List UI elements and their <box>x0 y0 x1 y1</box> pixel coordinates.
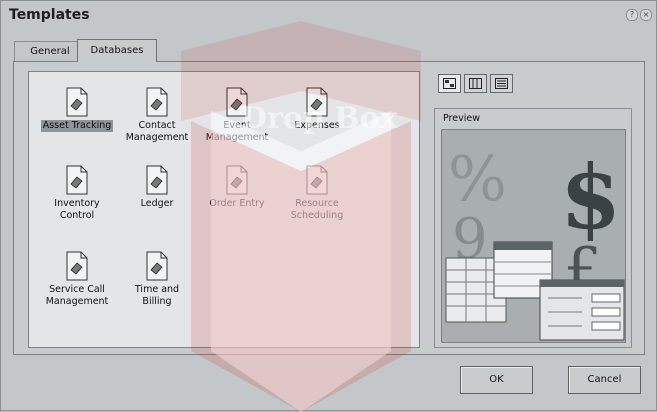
window-title: Templates <box>9 7 90 23</box>
template-list[interactable]: Asset Tracking Contact Management Event … <box>28 71 420 348</box>
templates-dialog: Templates ? × General Databases Asset Tr… <box>0 0 657 412</box>
details-view-button[interactable] <box>490 74 513 93</box>
template-item-order-entry[interactable]: Order Entry <box>197 164 277 210</box>
template-label: Ledger <box>140 198 174 209</box>
template-label: Event Management <box>205 120 269 143</box>
database-template-icon <box>66 251 88 281</box>
database-template-icon <box>306 165 328 195</box>
preview-label: Preview <box>443 113 480 124</box>
list-view-button[interactable] <box>464 74 487 93</box>
list-view-icon <box>469 78 482 89</box>
svg-text:%: % <box>448 142 507 215</box>
cancel-button[interactable]: Cancel <box>568 366 641 394</box>
help-button[interactable]: ? <box>626 9 638 21</box>
database-template-icon <box>146 87 168 117</box>
template-preview-graphic: % 9 $ £ <box>442 130 625 342</box>
details-view-icon <box>495 78 508 89</box>
ok-button[interactable]: OK <box>460 366 533 394</box>
title-buttons: ? × <box>626 9 652 21</box>
tab-databases[interactable]: Databases <box>77 39 157 62</box>
view-buttons <box>438 74 513 93</box>
template-item-inventory-control[interactable]: Inventory Control <box>37 164 117 222</box>
database-template-icon <box>66 87 88 117</box>
preview-group: Preview % 9 $ £ <box>434 108 632 348</box>
template-label: Expenses <box>294 120 340 131</box>
preview-image: % 9 $ £ <box>441 129 626 343</box>
template-label: Inventory Control <box>54 198 100 221</box>
template-label: Resource Scheduling <box>290 198 344 221</box>
template-item-expenses[interactable]: Expenses <box>277 86 357 132</box>
template-item-event-management[interactable]: Event Management <box>197 86 277 144</box>
database-template-icon <box>306 87 328 117</box>
template-item-contact-management[interactable]: Contact Management <box>117 86 197 144</box>
tab-general[interactable]: General <box>14 41 86 62</box>
template-label: Time and Billing <box>134 284 180 307</box>
template-label: Order Entry <box>209 198 265 209</box>
database-template-icon <box>226 165 248 195</box>
template-item-service-call-management[interactable]: Service Call Management <box>37 250 117 308</box>
database-template-icon <box>66 165 88 195</box>
template-item-time-and-billing[interactable]: Time and Billing <box>117 250 197 308</box>
close-button[interactable]: × <box>640 9 652 21</box>
database-template-icon <box>146 251 168 281</box>
database-template-icon <box>146 165 168 195</box>
database-template-icon <box>226 87 248 117</box>
databases-tab-panel: Asset Tracking Contact Management Event … <box>13 61 645 355</box>
template-item-asset-tracking[interactable]: Asset Tracking <box>37 86 117 132</box>
template-label: Service Call Management <box>45 284 109 307</box>
template-label: Contact Management <box>125 120 189 143</box>
large-icons-view-icon <box>443 78 456 89</box>
svg-text:$: $ <box>560 145 621 249</box>
template-label: Asset Tracking <box>40 120 114 132</box>
template-item-ledger[interactable]: Ledger <box>117 164 197 210</box>
title-bar: Templates ? × <box>1 1 656 27</box>
large-icons-view-button[interactable] <box>438 74 461 93</box>
template-item-resource-scheduling[interactable]: Resource Scheduling <box>277 164 357 222</box>
